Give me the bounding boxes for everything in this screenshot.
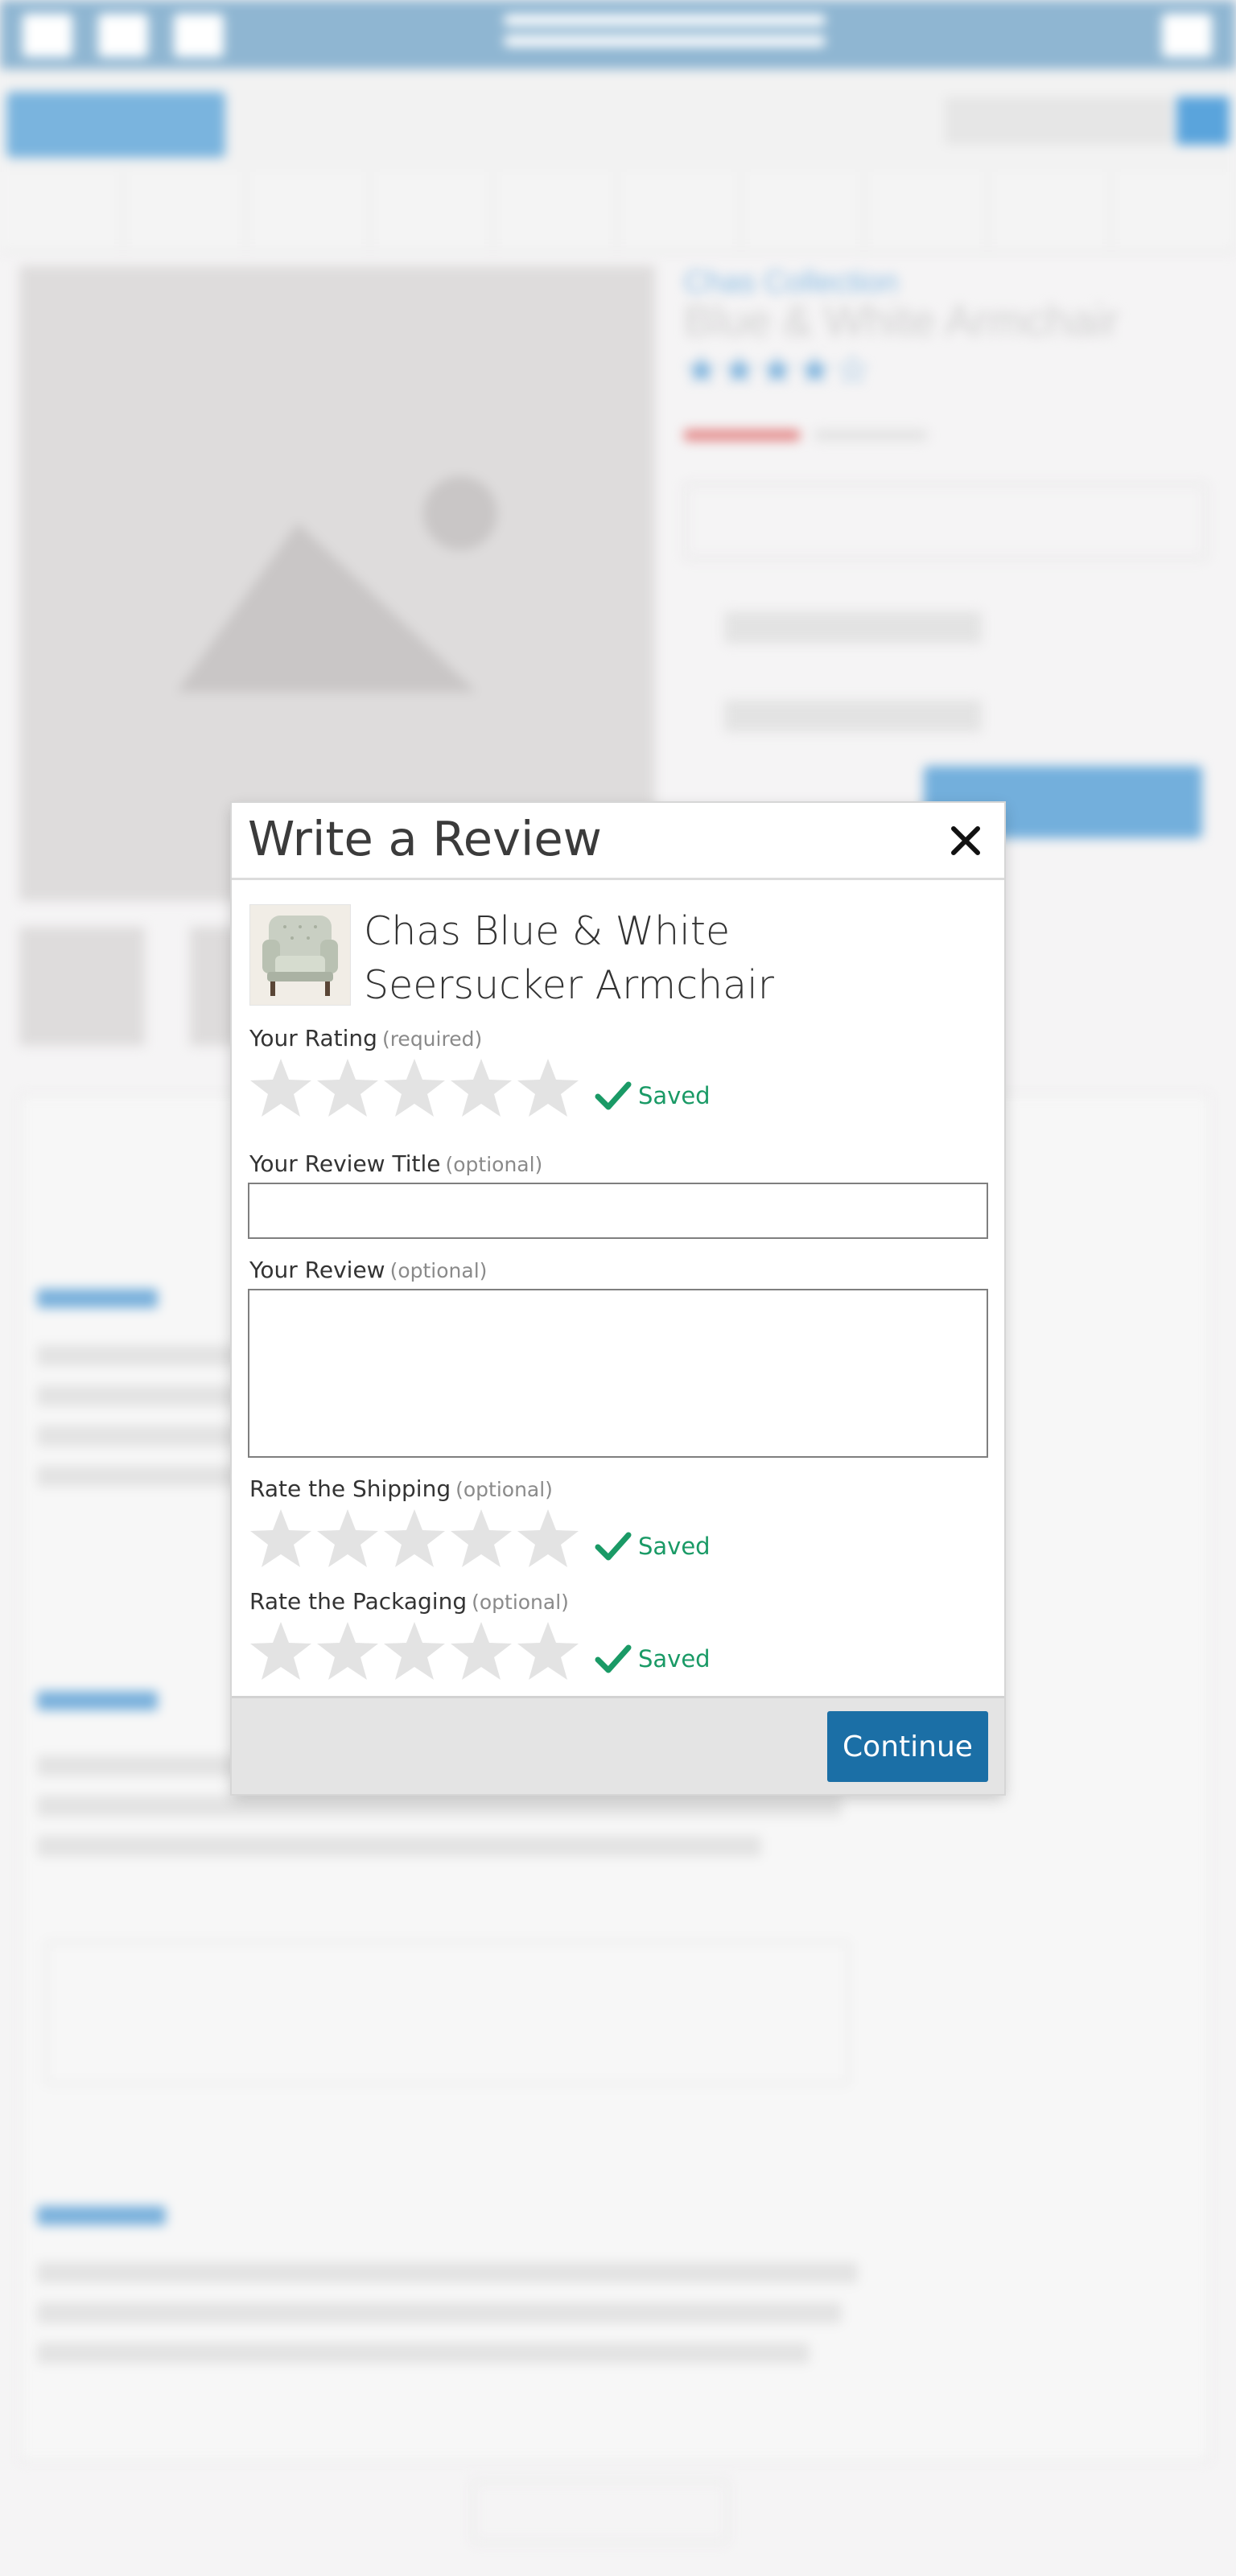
optional-note: (optional) — [445, 1153, 543, 1176]
saved-indicator: Saved — [595, 1644, 711, 1674]
brand-link: Chas Collection — [684, 265, 899, 299]
packaging-label-text: Rate the Packaging — [249, 1588, 468, 1615]
price-bar — [684, 430, 800, 441]
saved-indicator: Saved — [595, 1080, 711, 1111]
star-icon[interactable] — [515, 1506, 581, 1572]
check-icon — [595, 1532, 632, 1561]
secondary-bar — [0, 69, 1236, 172]
search-input — [945, 97, 1172, 145]
product-summary: Chas Blue & White Seersucker Armchair — [249, 904, 927, 1009]
product-title: Blue & White Armchair — [684, 297, 1119, 345]
review-title-label-text: Your Review Title — [249, 1150, 441, 1177]
top-header — [0, 0, 1236, 69]
star-icon[interactable] — [448, 1619, 514, 1685]
product-thumbnail — [19, 927, 145, 1046]
shipping-rating-stars: Saved — [248, 1503, 711, 1575]
options-box — [684, 483, 1207, 560]
star-icon[interactable] — [515, 1056, 581, 1121]
search-button — [1176, 97, 1230, 145]
review-body-label: Your Review (optional) — [249, 1257, 487, 1283]
product-name: Chas Blue & White Seersucker Armchair — [364, 908, 774, 1008]
review-title-input[interactable] — [248, 1183, 988, 1239]
optional-note: (optional) — [472, 1590, 569, 1614]
check-icon — [595, 1644, 632, 1673]
dialog-header: Write a Review — [232, 803, 1004, 880]
saved-indicator: Saved — [595, 1531, 711, 1562]
cart-icon — [1162, 14, 1212, 57]
star-icon[interactable] — [248, 1506, 314, 1572]
star-icon[interactable] — [248, 1056, 314, 1121]
shipping-label-text: Rate the Shipping — [249, 1475, 451, 1502]
option-line — [724, 700, 982, 732]
star-icon[interactable] — [381, 1056, 447, 1121]
saved-text: Saved — [638, 1082, 711, 1109]
promo-button — [6, 92, 225, 158]
continue-button[interactable]: Continue — [827, 1711, 988, 1782]
category-nav — [0, 172, 1236, 253]
star-icon[interactable] — [315, 1506, 381, 1572]
star-icon[interactable] — [315, 1619, 381, 1685]
check-icon — [595, 1081, 632, 1110]
site-logo — [504, 8, 826, 53]
star-icon[interactable] — [515, 1619, 581, 1685]
star-icon[interactable] — [448, 1056, 514, 1121]
packaging-rating-stars: Saved — [248, 1615, 711, 1688]
optional-note: (optional) — [455, 1478, 553, 1501]
menu-icon — [23, 14, 72, 57]
store-icon — [174, 14, 224, 57]
review-body-label-text: Your Review — [249, 1257, 385, 1283]
star-icon[interactable] — [315, 1056, 381, 1121]
saved-text: Saved — [638, 1533, 711, 1560]
dialog-title: Write a Review — [248, 811, 602, 866]
price-bar-gray — [814, 430, 927, 441]
rating-label: Your Rating (required) — [249, 1025, 482, 1051]
option-line — [724, 611, 982, 644]
close-button[interactable] — [941, 817, 990, 866]
packaging-rating-label: Rate the Packaging (optional) — [249, 1588, 569, 1615]
star-icon[interactable] — [448, 1506, 514, 1572]
required-note: (required) — [381, 1027, 483, 1051]
close-icon — [951, 825, 980, 855]
shipping-rating-label: Rate the Shipping (optional) — [249, 1475, 553, 1502]
review-title-label: Your Review Title (optional) — [249, 1150, 542, 1177]
chair-product-image — [249, 904, 351, 1006]
product-rating-stars: ★★★★☆ — [684, 349, 874, 392]
star-icon[interactable] — [248, 1619, 314, 1685]
star-icon[interactable] — [381, 1506, 447, 1572]
dialog-footer: Continue — [232, 1696, 1004, 1794]
review-body-textarea[interactable] — [248, 1289, 988, 1458]
account-icon — [98, 14, 148, 57]
overall-rating-stars: Saved — [248, 1052, 711, 1125]
optional-note: (optional) — [389, 1259, 488, 1282]
write-review-dialog: Write a Review Chas Blue & White Seersuc… — [232, 803, 1004, 1794]
saved-text: Saved — [638, 1645, 711, 1673]
star-icon[interactable] — [381, 1619, 447, 1685]
rating-label-text: Your Rating — [249, 1025, 377, 1051]
